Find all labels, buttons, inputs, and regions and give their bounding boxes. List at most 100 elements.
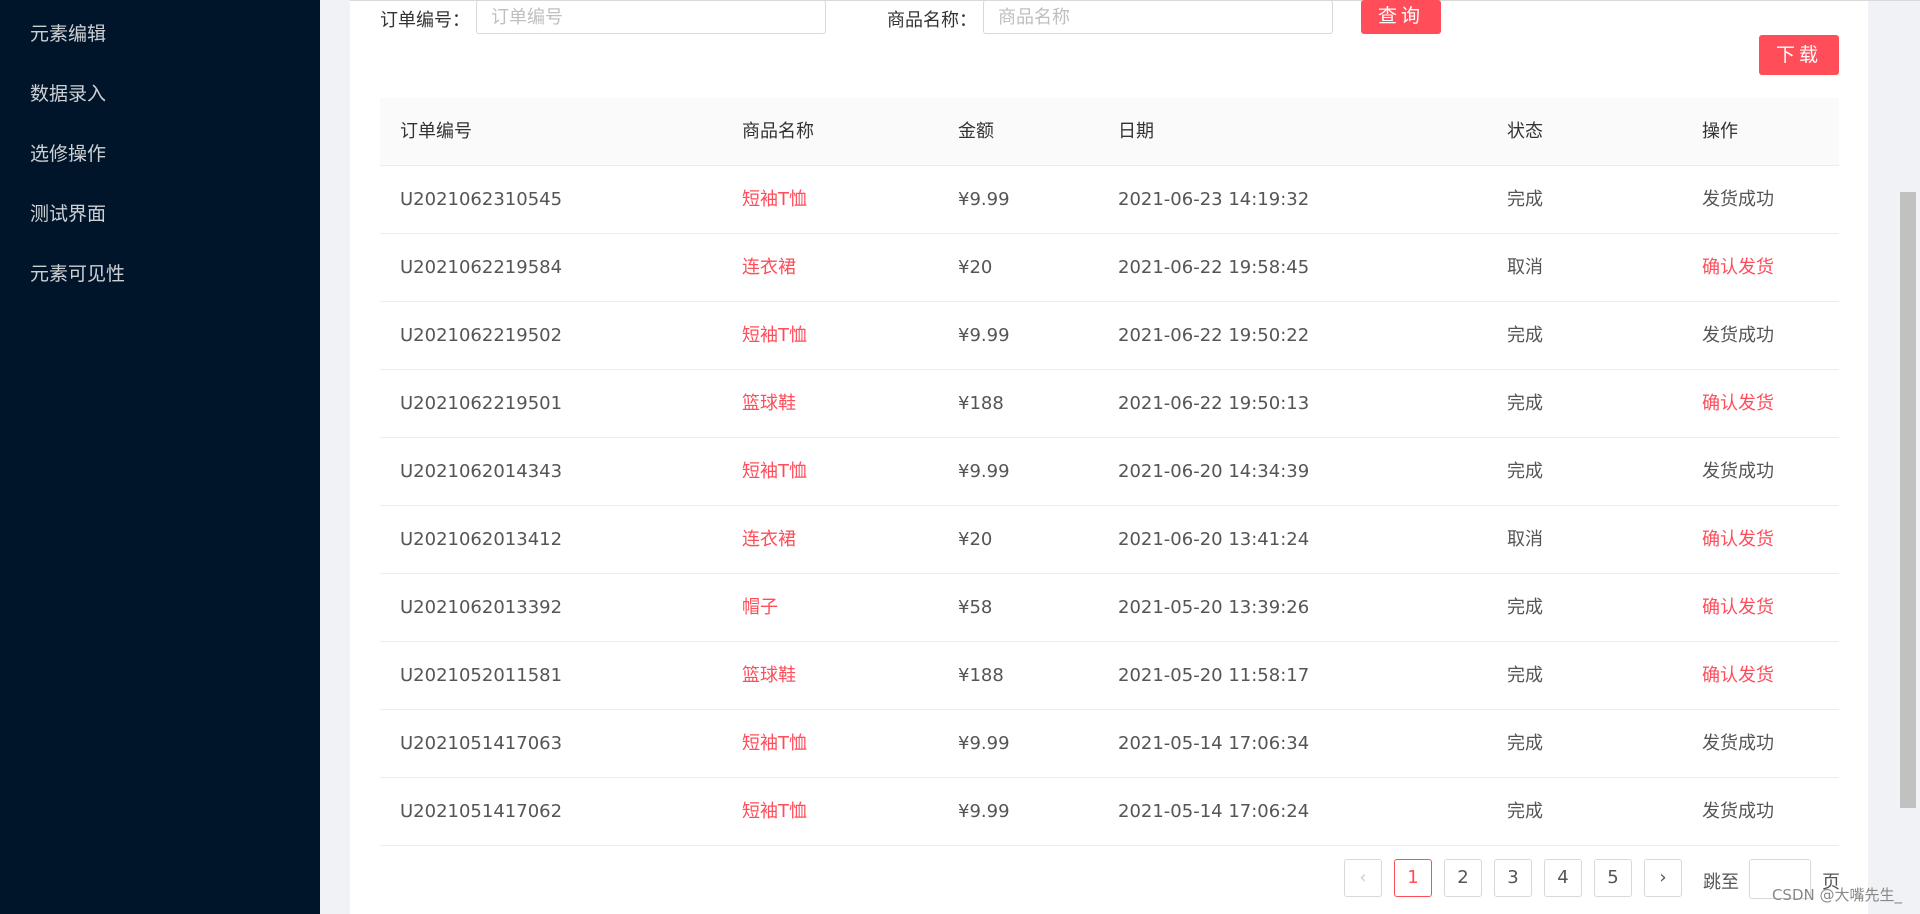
cell-status: 完成 [1507,461,1543,482]
header-date: 日期 [1118,121,1154,142]
cell-date: 2021-05-20 11:58:17 [1118,665,1310,686]
header-action: 操作 [1702,121,1738,142]
cell-product-name[interactable]: 连衣裙 [742,506,796,573]
cell-date: 2021-05-14 17:06:24 [1118,801,1310,822]
table-row: U2021062219584 连衣裙 ¥20 2021-06-22 19:58:45 取… [380,234,1839,302]
cell-date: 2021-06-20 14:34:39 [1118,461,1310,482]
cell-date: 2021-06-20 13:41:24 [1118,529,1310,550]
cell-action[interactable]: 确认发货 [1702,574,1774,641]
cell-date: 2021-06-22 19:50:22 [1118,325,1310,346]
cell-order-number: U2021062013412 [400,529,563,550]
jump-to-label: 跳至 [1703,872,1739,893]
cell-amount: ¥20 [958,529,993,550]
cell-amount: ¥9.99 [958,461,1010,482]
table-row: U2021062219501 篮球鞋 ¥188 2021-06-22 19:50:13… [380,370,1839,438]
cell-product-name[interactable]: 短袖T恤 [742,166,807,233]
chevron-right-icon: › [1659,867,1667,888]
cell-product-name[interactable]: 篮球鞋 [742,642,796,709]
table-row: U2021051417063 短袖T恤 ¥9.99 2021-05-14 17:06:… [380,710,1839,778]
product-name-input[interactable] [983,0,1333,34]
cell-product-name[interactable]: 帽子 [742,574,778,641]
cell-action[interactable]: 发货成功 [1702,166,1774,233]
cell-status: 完成 [1507,801,1543,822]
cell-order-number: U2021062013392 [400,597,563,618]
sidebar-item-visibility[interactable]: 元素可见性 [0,244,320,304]
sidebar-item-element-edit[interactable]: 元素编辑 [0,4,320,64]
table-row: U2021062310545 短袖T恤 ¥9.99 2021-06-23 14:19:… [380,166,1839,234]
table-row: U2021062219502 短袖T恤 ¥9.99 2021-06-22 19:50:… [380,302,1839,370]
cell-amount: ¥9.99 [958,325,1010,346]
page-5-button[interactable]: 5 [1594,859,1632,897]
cell-order-number: U2021062219502 [400,325,563,346]
sidebar-item-data-entry[interactable]: 数据录入 [0,64,320,124]
cell-action[interactable]: 发货成功 [1702,710,1774,777]
table-row: U2021062014343 短袖T恤 ¥9.99 2021-06-20 14:34:… [380,438,1839,506]
header-order-number: 订单编号 [400,121,472,142]
cell-status: 完成 [1507,597,1543,618]
chevron-left-icon: ‹ [1359,867,1367,888]
cell-product-name[interactable]: 短袖T恤 [742,302,807,369]
product-name-label: 商品名称： [887,10,977,31]
header-status: 状态 [1507,121,1543,142]
cell-action[interactable]: 发货成功 [1702,778,1774,845]
table-body: U2021062310545 短袖T恤 ¥9.99 2021-06-23 14:19:… [380,166,1839,846]
scrollbar-thumb[interactable] [1900,192,1916,808]
table-row: U2021052011581 篮球鞋 ¥188 2021-05-20 11:58:17… [380,642,1839,710]
cell-date: 2021-06-22 19:58:45 [1118,257,1310,278]
cell-amount: ¥9.99 [958,733,1010,754]
cell-date: 2021-05-20 13:39:26 [1118,597,1310,618]
table-row: U2021062013412 连衣裙 ¥20 2021-06-20 13:41:24 取… [380,506,1839,574]
cell-order-number: U2021062219501 [400,393,563,414]
cell-amount: ¥58 [958,597,993,618]
table-header: 订单编号 商品名称 金额 日期 状态 操作 [380,98,1839,166]
query-button[interactable]: 查询 [1361,0,1441,34]
cell-order-number: U2021062310545 [400,189,563,210]
cell-product-name[interactable]: 短袖T恤 [742,778,807,845]
order-number-input[interactable] [476,0,826,34]
cell-order-number: U2021062219584 [400,257,563,278]
page-2-button[interactable]: 2 [1444,859,1482,897]
page-3-button[interactable]: 3 [1494,859,1532,897]
cell-product-name[interactable]: 短袖T恤 [742,438,807,505]
cell-product-name[interactable]: 篮球鞋 [742,370,796,437]
cell-product-name[interactable]: 短袖T恤 [742,710,807,777]
table-row: U2021051417062 短袖T恤 ¥9.99 2021-05-14 17:06:… [380,778,1839,846]
cell-product-name[interactable]: 连衣裙 [742,234,796,301]
page-1-button[interactable]: 1 [1394,859,1432,897]
cell-amount: ¥20 [958,257,993,278]
cell-status: 完成 [1507,733,1543,754]
cell-date: 2021-05-14 17:06:34 [1118,733,1310,754]
watermark: CSDN @大嘴先生_ [1771,886,1902,904]
cell-action[interactable]: 发货成功 [1702,438,1774,505]
sidebar-item-option-ops[interactable]: 选修操作 [0,124,320,184]
cell-amount: ¥188 [958,393,1004,414]
cell-order-number: U2021052011581 [400,665,563,686]
cell-status: 完成 [1507,325,1543,346]
cell-order-number: U2021051417062 [400,801,563,822]
cell-status: 完成 [1507,665,1543,686]
sidebar-item-test-page[interactable]: 测试界面 [0,184,320,244]
cell-action[interactable]: 确认发货 [1702,642,1774,709]
orders-table: 订单编号 商品名称 金额 日期 状态 操作 U2021062310545 短袖T恤… [380,98,1839,846]
cell-status: 完成 [1507,189,1543,210]
cell-status: 取消 [1507,257,1543,278]
sidebar: 元素编辑 数据录入 选修操作 测试界面 元素可见性 [0,0,320,914]
cell-action[interactable]: 发货成功 [1702,302,1774,369]
next-page-button[interactable]: › [1644,859,1682,897]
order-number-label: 订单编号： [380,10,470,31]
cell-amount: ¥188 [958,665,1004,686]
header-product-name: 商品名称 [742,121,814,142]
cell-status: 取消 [1507,529,1543,550]
cell-order-number: U2021062014343 [400,461,563,482]
download-button[interactable]: 下载 [1759,35,1839,75]
header-amount: 金额 [958,121,994,142]
prev-page-button[interactable]: ‹ [1344,859,1382,897]
cell-amount: ¥9.99 [958,801,1010,822]
cell-action[interactable]: 确认发货 [1702,370,1774,437]
cell-action[interactable]: 确认发货 [1702,234,1774,301]
cell-date: 2021-06-22 19:50:13 [1118,393,1310,414]
cell-status: 完成 [1507,393,1543,414]
cell-order-number: U2021051417063 [400,733,563,754]
cell-action[interactable]: 确认发货 [1702,506,1774,573]
page-4-button[interactable]: 4 [1544,859,1582,897]
